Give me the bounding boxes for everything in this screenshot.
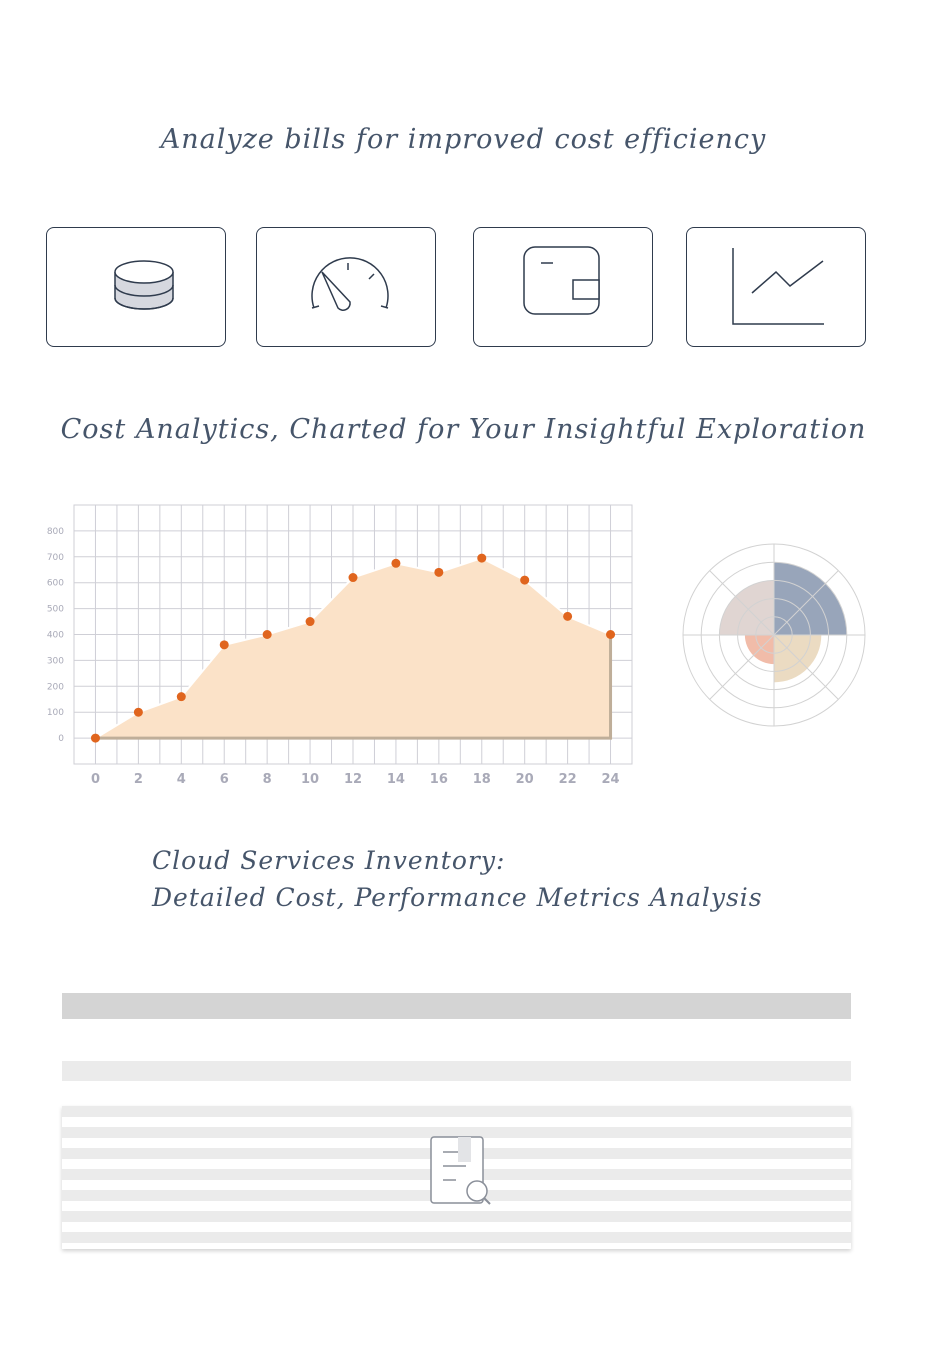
x-tick-label: 2 (134, 772, 143, 787)
data-point (176, 692, 186, 702)
data-point (563, 611, 573, 621)
x-tick-label: 20 (516, 772, 534, 787)
wallet-icon (523, 246, 600, 315)
x-tick-label: 0 (91, 772, 100, 787)
data-point (520, 575, 530, 585)
feature-card-analytics[interactable] (686, 227, 866, 347)
inventory-title-line1: Cloud Services Inventory: (152, 846, 506, 875)
feature-card-gauge[interactable] (256, 227, 436, 347)
polar-grid (682, 543, 866, 727)
y-tick-label: 500 (47, 605, 64, 615)
x-tick-label: 10 (301, 772, 319, 787)
table-header (62, 993, 851, 1019)
table-row[interactable] (62, 1061, 851, 1081)
polar-area-chart (682, 543, 866, 727)
x-axis-ticks: 0 2 4 6 8 10 12 14 16 18 20 22 24 (91, 772, 620, 787)
data-point (305, 617, 315, 627)
page-title: Analyze bills for improved cost efficien… (160, 124, 767, 155)
y-tick-label: 700 (47, 553, 64, 563)
x-tick-label: 16 (430, 772, 448, 787)
y-tick-label: 800 (47, 527, 64, 537)
feature-card-wallet[interactable] (473, 227, 653, 347)
x-tick-label: 6 (220, 772, 229, 787)
data-point (477, 553, 487, 563)
polar-slices (719, 562, 847, 683)
inventory-title-line2: Detailed Cost, Performance Metrics Analy… (152, 883, 763, 912)
document-search-icon (430, 1136, 491, 1205)
x-tick-label: 18 (473, 772, 491, 787)
x-tick-label: 8 (263, 772, 272, 787)
data-point (348, 573, 358, 583)
y-tick-label: 200 (47, 682, 64, 692)
x-tick-label: 24 (601, 772, 619, 787)
data-point (391, 558, 401, 568)
y-tick-label: 300 (47, 656, 64, 666)
y-axis-ticks: 0 100 200 300 400 500 600 700 800 (47, 527, 64, 744)
feature-card-database[interactable] (46, 227, 226, 347)
polar-spoke (709, 634, 775, 700)
data-point (133, 707, 143, 717)
x-tick-label: 22 (559, 772, 577, 787)
y-tick-label: 100 (47, 708, 64, 718)
data-point (90, 733, 100, 743)
y-tick-label: 0 (58, 734, 64, 744)
y-tick-label: 600 (47, 579, 64, 589)
charts-section-title: Cost Analytics, Charted for Your Insight… (60, 414, 867, 445)
database-icon (114, 260, 174, 310)
line-chart-icon (732, 248, 824, 325)
data-point (262, 630, 272, 639)
data-point (219, 640, 229, 650)
x-tick-label: 4 (177, 772, 186, 787)
cost-area-chart: 0100200300400500600700800 0 2 4 6 8 10 12 14 16 1… (47, 504, 633, 787)
x-tick-label: 12 (344, 772, 362, 787)
data-point (434, 567, 444, 577)
y-tick-label: 400 (47, 631, 64, 641)
gauge-icon (311, 257, 389, 311)
x-tick-label: 14 (387, 772, 405, 787)
inventory-section-title: Cloud Services Inventory: Detailed Cost, … (152, 842, 872, 916)
data-point (606, 630, 616, 639)
